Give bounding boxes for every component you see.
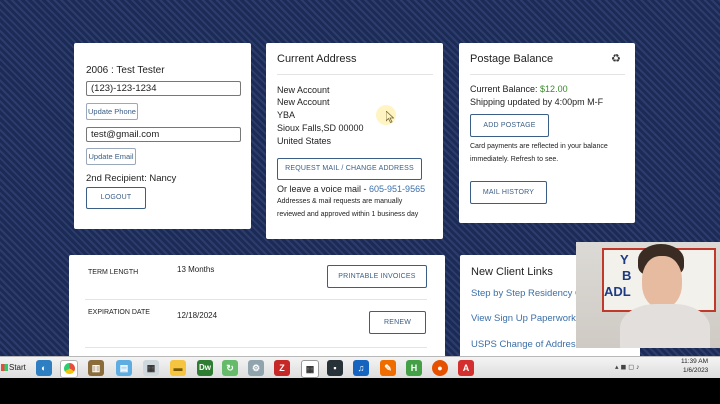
divider: [277, 74, 433, 75]
add-postage-button[interactable]: ADD POSTAGE: [470, 114, 549, 137]
term-card: TERM LENGTH 13 Months PRINTABLE INVOICES…: [69, 255, 445, 365]
postage-title: Postage Balance: [470, 53, 554, 65]
card-note-line: immediately. Refresh to see.: [470, 156, 559, 163]
pdf-icon[interactable]: A: [458, 360, 474, 376]
file-icon[interactable]: ▤: [116, 360, 132, 376]
address-card: Current Address New Account New Account …: [266, 43, 443, 239]
mail-history-button[interactable]: MAIL HISTORY: [470, 181, 547, 204]
card-note-line: Card payments are reflected in your bala…: [470, 143, 608, 150]
email-input[interactable]: test@gmail.com: [86, 127, 241, 142]
signup-paperwork-link[interactable]: View Sign Up Paperwork: [471, 313, 576, 324]
chrome-icon[interactable]: [60, 360, 78, 378]
voicemail-number-link[interactable]: 605-951-9565: [369, 184, 425, 194]
person-body: [620, 304, 710, 348]
headphones-icon[interactable]: ♫: [353, 360, 369, 376]
update-email-button[interactable]: Update Email: [86, 148, 136, 165]
letterbox-bar: [0, 378, 720, 404]
taskbar: Start ◐ ▥ ▤ ▦ ▬ Dw ↻ ⚙ Z ▦ ▪ ♫ ✎ H ● A ▴…: [0, 356, 720, 379]
voicemail-line: Or leave a voice mail - 605-951-9565: [277, 184, 425, 194]
start-label: Start: [9, 363, 26, 372]
terminal-icon[interactable]: ▪: [327, 360, 343, 376]
person-face: [642, 256, 682, 308]
network-icon[interactable]: ⚙: [248, 360, 264, 376]
start-button[interactable]: Start: [1, 360, 27, 376]
filezilla-icon[interactable]: Z: [274, 360, 290, 376]
logout-button[interactable]: LOGOUT: [86, 187, 146, 209]
divider: [470, 74, 625, 75]
phone-input[interactable]: (123)-123-1234: [86, 81, 241, 96]
new-client-title: New Client Links: [471, 266, 553, 278]
balance-label: Current Balance:: [470, 84, 541, 94]
update-phone-button[interactable]: Update Phone: [86, 103, 138, 120]
second-recipient: 2nd Recipient: Nancy: [86, 173, 177, 184]
term-length-label: TERM LENGTH: [88, 269, 139, 276]
dreamweaver-icon[interactable]: Dw: [197, 360, 213, 376]
printable-invoices-button[interactable]: PRINTABLE INVOICES: [327, 265, 427, 288]
voicemail-prefix: Or leave a voice mail -: [277, 184, 370, 194]
balance-line: Current Balance: $12.00: [470, 84, 568, 94]
address-title: Current Address: [277, 53, 357, 65]
windows-logo-icon: [1, 364, 8, 372]
address-line: New Account: [277, 85, 330, 95]
account-card: 2006 : Test Tester (123)-123-1234 Update…: [74, 43, 251, 229]
expiration-date-value: 12/18/2024: [177, 311, 218, 320]
webcam-sign-text: ADL: [604, 284, 631, 299]
usps-change-link[interactable]: USPS Change of Address: [471, 339, 580, 350]
expiration-date-label: EXPIRATION DATE: [88, 309, 150, 316]
address-line: United States: [277, 136, 332, 146]
webcam-sign-text: B: [622, 268, 632, 283]
address-note-line: Addresses & mail requests are manually: [277, 198, 403, 205]
refresh-icon[interactable]: ♻: [611, 52, 621, 65]
divider: [85, 347, 427, 348]
clock-time[interactable]: 11:39 AM: [681, 358, 708, 365]
address-line: YBA: [277, 110, 296, 120]
balance-value: $12.00: [540, 84, 568, 94]
library-icon[interactable]: ▥: [88, 360, 104, 376]
shipping-note: Shipping updated by 4:00pm M-F: [470, 97, 604, 107]
cursor-highlight: [376, 105, 396, 125]
address-note-line: reviewed and approved within 1 business …: [277, 211, 419, 218]
webcam-sign-text: Y: [620, 252, 629, 267]
account-header: 2006 : Test Tester: [86, 65, 165, 76]
divider: [85, 299, 427, 300]
term-length-value: 13 Months: [177, 265, 215, 274]
tray-icons[interactable]: ▴ ◼ ◻ ♪: [615, 363, 639, 371]
renew-button[interactable]: RENEW: [369, 311, 426, 334]
postage-card: Postage Balance ♻ Current Balance: $12.0…: [459, 43, 635, 223]
sync-icon[interactable]: ↻: [222, 360, 238, 376]
clock-date: 1/6/2023: [683, 367, 709, 374]
webcam-overlay: Y B ADL: [576, 242, 720, 348]
request-mail-button[interactable]: REQUEST MAIL / CHANGE ADDRESS: [277, 158, 422, 180]
h-app-icon[interactable]: H: [406, 360, 422, 376]
notes-icon[interactable]: ▦: [143, 360, 159, 376]
folder-icon[interactable]: ▬: [170, 360, 186, 376]
residency-link[interactable]: Step by Step Residency G: [471, 288, 582, 299]
app-icon[interactable]: ◐: [36, 360, 52, 376]
address-line: New Account: [277, 97, 330, 107]
spreadsheet-icon[interactable]: ▦: [301, 360, 319, 378]
palette-icon[interactable]: ✎: [380, 360, 396, 376]
address-line: Sioux Falls,SD 00000: [277, 123, 364, 133]
firefox-icon[interactable]: ●: [432, 360, 448, 376]
